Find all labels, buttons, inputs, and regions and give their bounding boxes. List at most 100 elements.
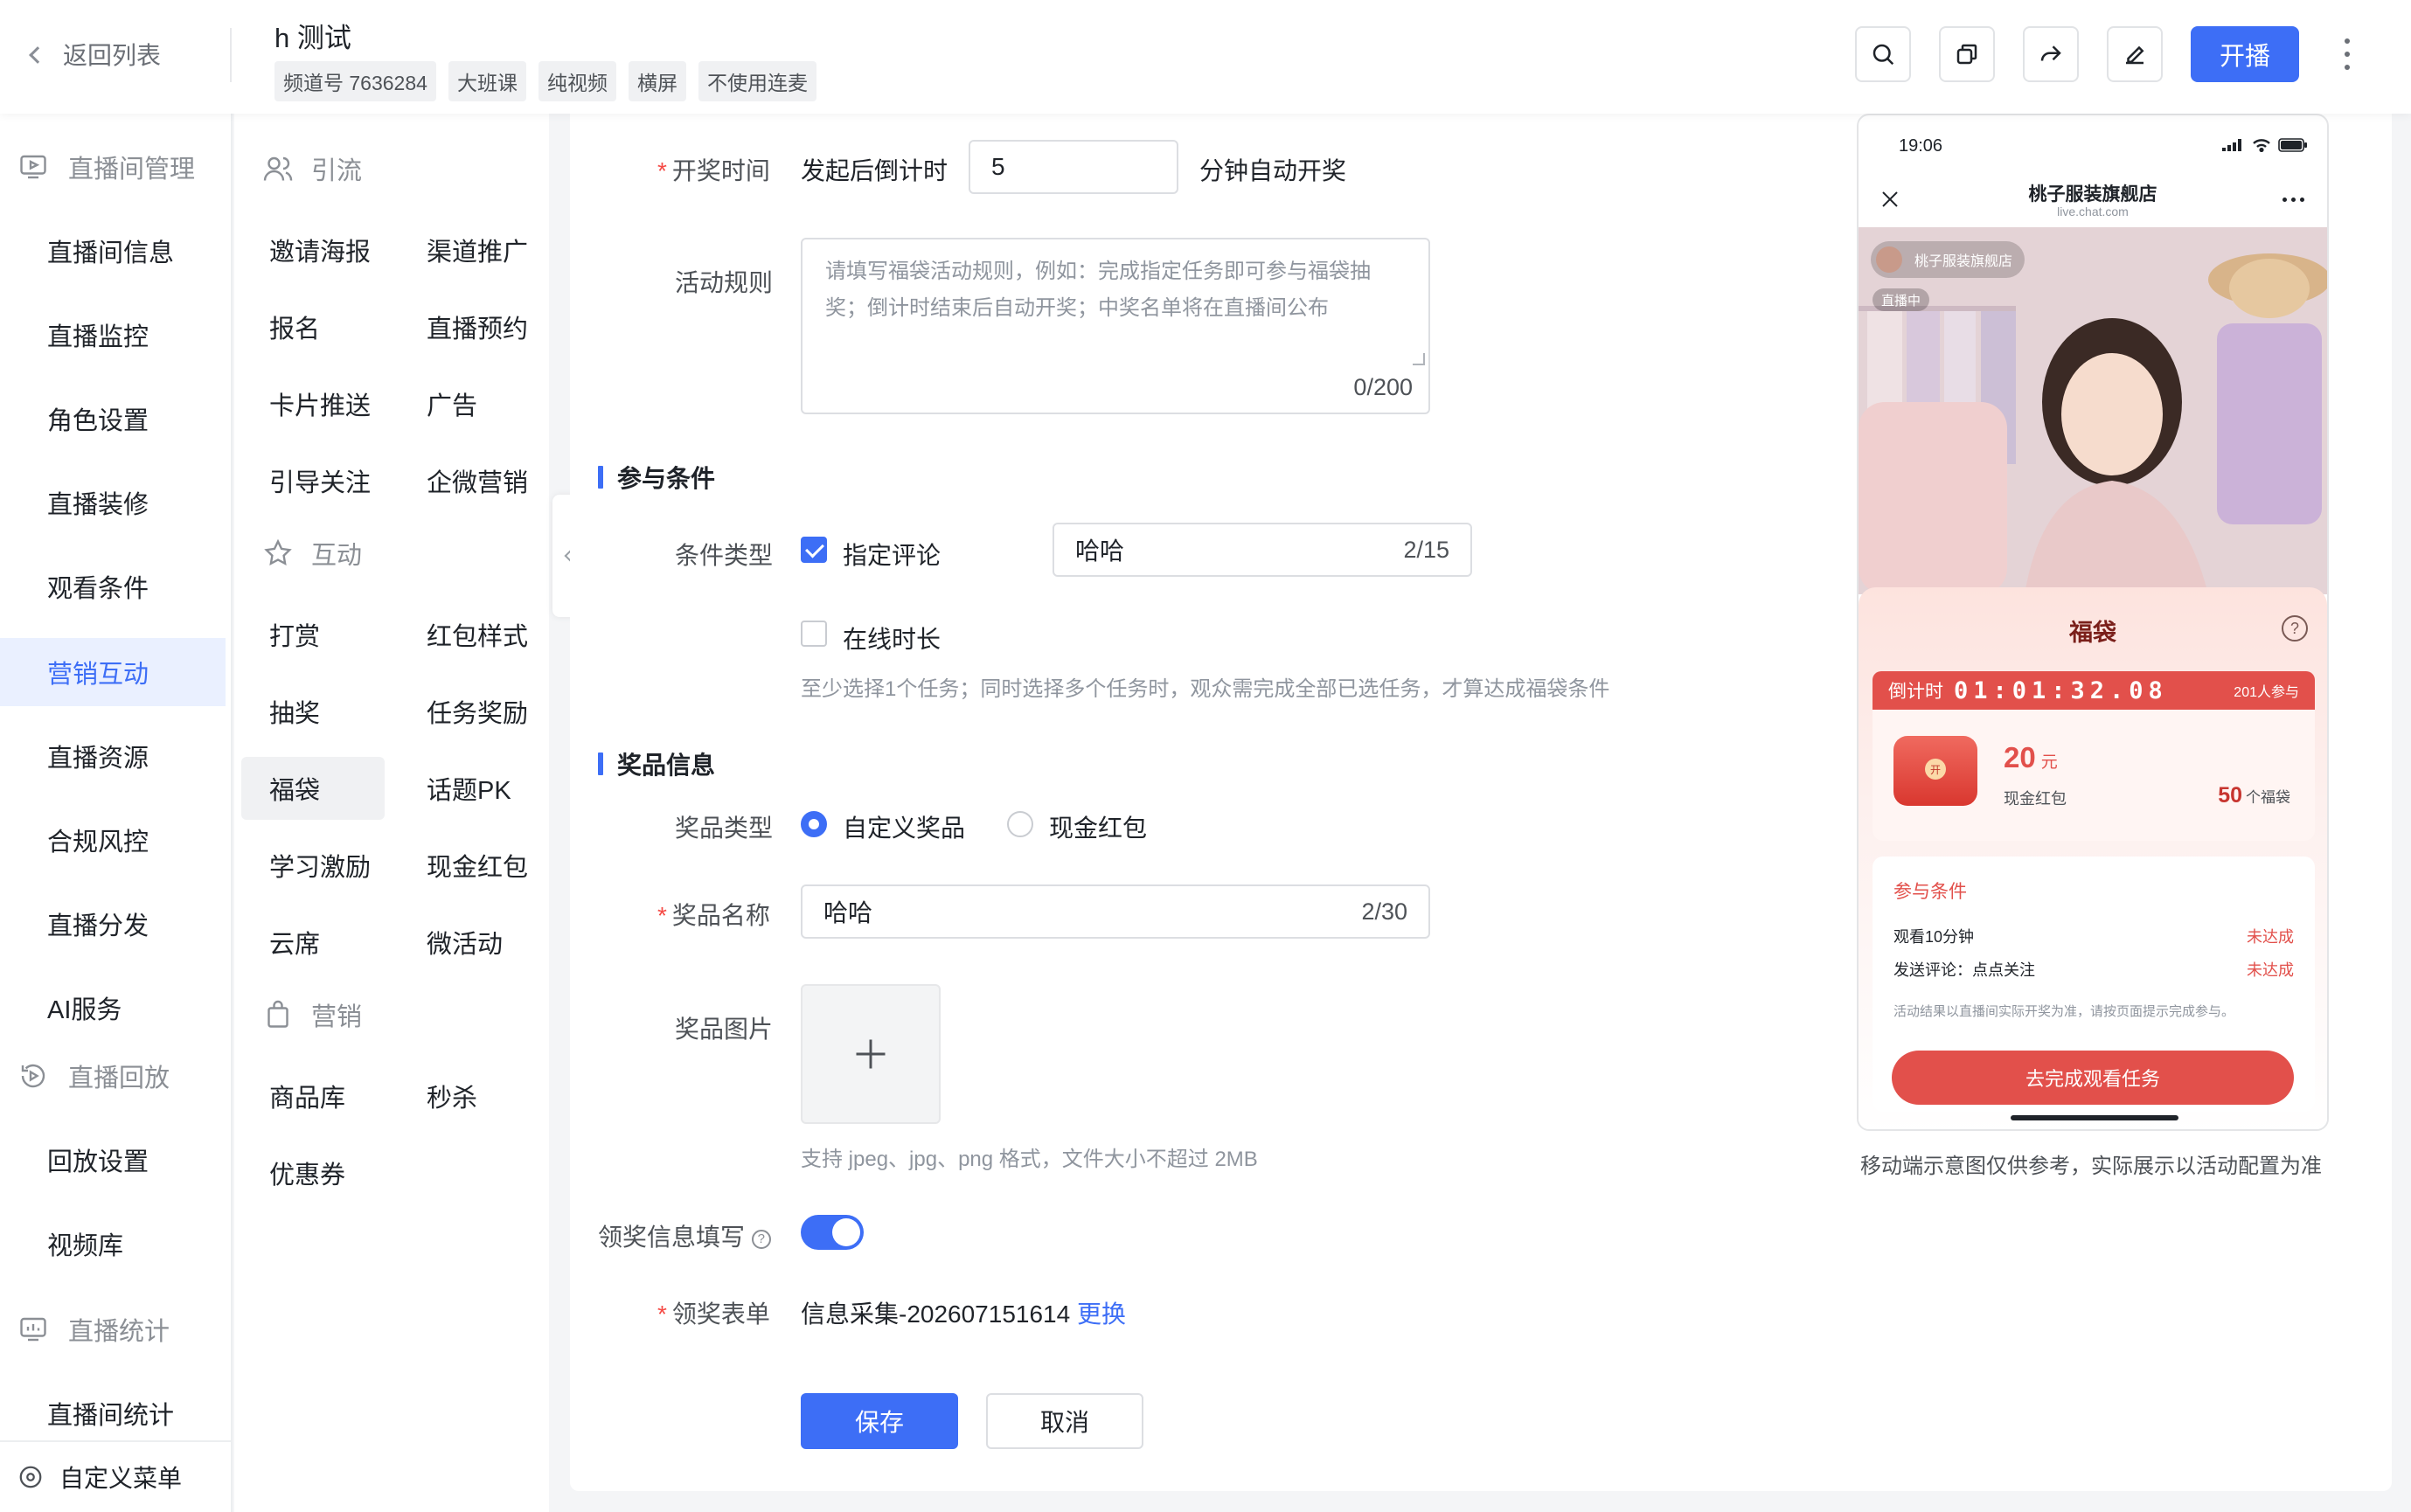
draw-suffix-text: 分钟自动开奖 xyxy=(1199,157,1347,184)
cond-comment-checkbox[interactable] xyxy=(801,537,827,563)
sidebar-item-video-library[interactable]: 视频库 xyxy=(0,1210,226,1278)
search-icon xyxy=(1873,44,1894,66)
rules-placeholder: 请填写福袋活动规则，例如：完成指定任务即可参与福袋抽奖；倒计时结束后自动开奖；中… xyxy=(825,260,1371,320)
start-live-button[interactable]: 开播 xyxy=(2191,26,2299,82)
prize-type-label: 奖品类型 xyxy=(675,815,774,842)
submenu-item-micro-activity[interactable]: 微活动 xyxy=(399,911,542,974)
lucky-bag-title: 福袋 xyxy=(2069,620,2116,646)
copy-icon xyxy=(1956,44,1977,65)
tag-channel: 频道号 7636284 xyxy=(274,61,436,101)
live-scene-illustration xyxy=(1859,227,2327,594)
submenu-group-label: 营销 xyxy=(311,1003,363,1031)
more-dots-icon[interactable] xyxy=(2282,198,2304,202)
submenu-group-marketing: 营销 xyxy=(262,996,362,1033)
draw-prefix-text: 发起后倒计时 xyxy=(801,157,948,184)
sidebar-item-roles[interactable]: 角色设置 xyxy=(0,385,226,453)
section-conditions: 参与条件 xyxy=(598,460,715,495)
chevron-left-icon xyxy=(29,46,46,64)
submenu-item-card[interactable]: 卡片推送 xyxy=(241,372,385,435)
search-button[interactable] xyxy=(1855,26,1911,82)
more-menu-button[interactable] xyxy=(2336,31,2359,77)
anchor-chip: 桃子服装旗舰店 xyxy=(1871,241,2025,278)
claim-info-toggle[interactable] xyxy=(801,1215,864,1250)
sidebar-item-resources[interactable]: 直播资源 xyxy=(0,722,226,790)
marketing-submenu: 引流 邀请海报 渠道推广 报名 直播预约 卡片推送 广告 引导关注 企微营销 互… xyxy=(234,114,549,1512)
submenu-item-wecom[interactable]: 企微营销 xyxy=(399,449,542,512)
submenu-item-study-incentive[interactable]: 学习激励 xyxy=(241,834,385,897)
claim-form-value: 信息采集-202607151614 更换 xyxy=(801,1300,1126,1328)
copy-button[interactable] xyxy=(1939,26,1995,82)
main-sidebar: 直播间管理 直播间信息 直播监控 角色设置 直播装修 观看条件 营销互动 直播资… xyxy=(0,114,233,1512)
prize-image-label: 奖品图片 xyxy=(675,1016,774,1043)
submenu-item-cash-redpacket[interactable]: 现金红包 xyxy=(399,834,542,897)
condition-row: 观看10分钟 未达成 xyxy=(1893,928,2294,946)
submenu-item-ads[interactable]: 广告 xyxy=(399,372,542,435)
conditions-note: 活动结果以直播间实际开奖为准，请按页面提示完成参与。 xyxy=(1893,1004,2235,1019)
sidebar-item-replay-settings[interactable]: 回放设置 xyxy=(0,1126,226,1194)
rules-textarea[interactable]: 请填写福袋活动规则，例如：完成指定任务即可参与福袋抽奖；倒计时结束后自动开奖；中… xyxy=(801,238,1430,414)
back-to-list-button[interactable]: 返回列表 xyxy=(29,37,161,72)
prize-type-cash-radio[interactable] xyxy=(1007,811,1033,837)
sidebar-item-distribution[interactable]: 直播分发 xyxy=(0,890,226,958)
nav-group-live-manage: 直播间管理 xyxy=(17,149,195,185)
submenu-item-task-reward[interactable]: 任务奖励 xyxy=(399,680,542,743)
share-button[interactable] xyxy=(2023,26,2079,82)
submenu-item-reservation[interactable]: 直播预约 xyxy=(399,295,542,358)
submenu-item-channel[interactable]: 渠道推广 xyxy=(399,218,542,281)
prize-image-hint: 支持 jpeg、jpg、png 格式，文件大小不超过 2MB xyxy=(801,1148,1258,1171)
change-form-link[interactable]: 更换 xyxy=(1077,1300,1126,1328)
submenu-item-signup[interactable]: 报名 xyxy=(241,295,385,358)
cancel-button[interactable]: 取消 xyxy=(986,1393,1143,1449)
sidebar-item-room-info[interactable]: 直播间信息 xyxy=(0,217,226,285)
sidebar-item-monitor[interactable]: 直播监控 xyxy=(0,301,226,369)
more-dot xyxy=(2345,38,2350,44)
resize-handle[interactable] xyxy=(1413,353,1425,365)
submenu-item-redpacket-style[interactable]: 红包样式 xyxy=(399,603,542,666)
claim-form-label: * 领奖表单 xyxy=(657,1300,770,1328)
edit-button[interactable] xyxy=(2107,26,2163,82)
cond-comment-input[interactable]: 哈哈 2/15 xyxy=(1053,523,1472,577)
prize-name-input[interactable]: 哈哈 2/30 xyxy=(801,884,1430,939)
sidebar-item-room-stats[interactable]: 直播间统计 xyxy=(0,1379,226,1447)
complete-task-button[interactable]: 去完成观看任务 xyxy=(1892,1051,2294,1105)
prize-type-custom-radio[interactable] xyxy=(801,811,827,837)
lucky-bag-panel: 福袋 ? 倒计时 01:01:32.08 201人参与 20元 现金红包 50个… xyxy=(1859,587,2327,1129)
prize-name-count: 2/30 xyxy=(1361,898,1407,925)
prize-type-cash-label: 现金红包 xyxy=(1049,815,1148,842)
submenu-item-topic-pk[interactable]: 话题PK xyxy=(399,757,542,820)
signal-icon xyxy=(2222,139,2241,151)
cond-online-checkbox[interactable] xyxy=(801,621,827,647)
prize-name: 现金红包 xyxy=(2004,790,2067,808)
room-title: h 测试 xyxy=(274,23,351,53)
sidebar-item-marketing[interactable]: 营销互动 xyxy=(0,638,226,706)
submenu-item-lucky-bag[interactable]: 福袋 xyxy=(241,757,385,820)
section-marker xyxy=(598,753,603,775)
submenu-item-reward[interactable]: 打赏 xyxy=(241,603,385,666)
submenu-item-products[interactable]: 商品库 xyxy=(241,1065,385,1127)
more-dot xyxy=(2345,52,2350,57)
custom-menu-button[interactable]: 自定义菜单 xyxy=(0,1440,233,1512)
save-button[interactable]: 保存 xyxy=(801,1393,958,1449)
submenu-item-coupons[interactable]: 优惠券 xyxy=(241,1141,385,1204)
prize-amount: 20 元 xyxy=(2004,741,2058,773)
draw-time-label: * 开奖时间 xyxy=(657,157,770,184)
prize-image-upload[interactable] xyxy=(801,984,941,1124)
cond-online-label: 在线时长 xyxy=(843,626,941,653)
help-circle-icon: ? xyxy=(751,1229,771,1249)
sidebar-item-watch-conditions[interactable]: 观看条件 xyxy=(0,552,226,621)
tag-mic: 不使用连麦 xyxy=(698,61,816,101)
shop-domain: live.chat.com xyxy=(2057,205,2129,218)
submenu-item-poster[interactable]: 邀请海报 xyxy=(241,218,385,281)
draw-minutes-input[interactable]: 5 xyxy=(969,140,1178,194)
sidebar-item-decoration[interactable]: 直播装修 xyxy=(0,468,226,537)
submenu-item-cloud-seat[interactable]: 云席 xyxy=(241,911,385,974)
nav-group-label: 直播回放 xyxy=(68,1065,170,1092)
sidebar-item-compliance[interactable]: 合规风控 xyxy=(0,806,226,874)
submenu-item-follow[interactable]: 引导关注 xyxy=(241,449,385,512)
submenu-item-flash-sale[interactable]: 秒杀 xyxy=(399,1065,542,1127)
submenu-item-lottery[interactable]: 抽奖 xyxy=(241,680,385,743)
users-icon xyxy=(263,156,293,181)
help-icon[interactable]: ? xyxy=(2282,615,2308,642)
sidebar-item-ai[interactable]: AI服务 xyxy=(0,974,226,1042)
phone-header: 桃子服装旗舰店 live.chat.com xyxy=(1859,171,2327,227)
